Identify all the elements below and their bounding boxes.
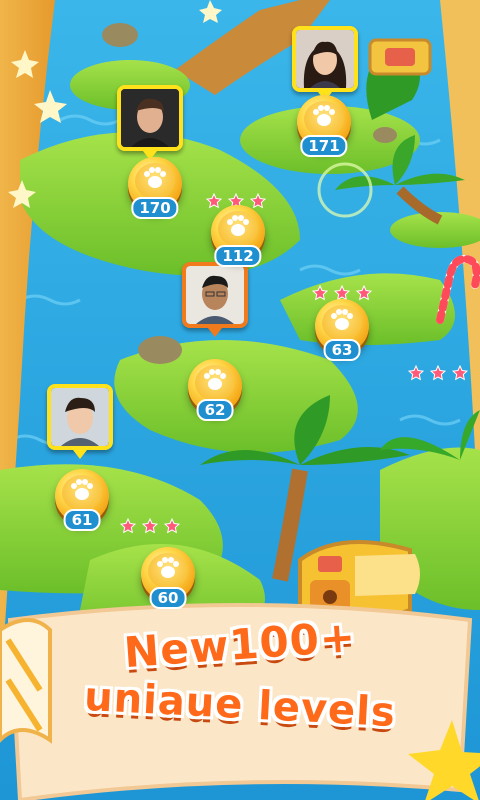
- friend-avatar-3[interactable]: [47, 384, 113, 459]
- level-node-62[interactable]: 62: [188, 359, 242, 421]
- level-number: 63: [323, 339, 361, 361]
- paw-icon: [313, 105, 335, 126]
- friend-avatar-2[interactable]: [117, 85, 183, 160]
- level-stars: [119, 517, 181, 534]
- paw-icon: [227, 215, 249, 236]
- star-icon: [407, 364, 425, 381]
- level-node-63[interactable]: 63: [315, 299, 369, 361]
- level-number: 60: [149, 587, 187, 609]
- player-avatar-current[interactable]: [182, 262, 248, 337]
- paw-icon: [204, 369, 226, 390]
- level-number: 112: [214, 245, 262, 267]
- paw-icon: [331, 309, 353, 330]
- avatar-photo: [186, 266, 244, 324]
- avatar-photo: [121, 89, 179, 147]
- level-number: 171: [300, 135, 348, 157]
- paw-icon: [157, 557, 179, 578]
- star-icon: [163, 517, 181, 534]
- paw-icon: [71, 479, 93, 500]
- level-node-60[interactable]: 60: [141, 547, 195, 609]
- promo-banner: New100+ uniaue levels: [0, 600, 480, 800]
- level-node-170[interactable]: 170: [128, 157, 182, 219]
- avatar-photo: [51, 388, 109, 446]
- avatar-photo: [296, 30, 354, 88]
- avatar-frame: [182, 262, 248, 328]
- avatar-frame: [117, 85, 183, 151]
- level-number: 62: [196, 399, 234, 421]
- avatar-frame: [47, 384, 113, 450]
- level-stars: [407, 364, 469, 381]
- level-map[interactable]: 171 170 112 63 62 61 60 New100+ uniaue l…: [0, 0, 480, 800]
- level-number: 61: [63, 509, 101, 531]
- treasure-chest-icon: [368, 38, 432, 76]
- level-node-171[interactable]: 171: [297, 95, 351, 157]
- star-icon: [429, 364, 447, 381]
- avatar-pointer: [73, 450, 87, 459]
- star-icon: [141, 517, 159, 534]
- paw-icon: [144, 167, 166, 188]
- friend-avatar-1[interactable]: [292, 26, 358, 101]
- star-icon: [119, 517, 137, 534]
- star-icon: [451, 364, 469, 381]
- avatar-frame: [292, 26, 358, 92]
- level-node-61[interactable]: 61: [55, 469, 109, 531]
- avatar-pointer: [208, 328, 222, 337]
- level-node-112[interactable]: 112: [211, 205, 265, 267]
- level-number: 170: [131, 197, 179, 219]
